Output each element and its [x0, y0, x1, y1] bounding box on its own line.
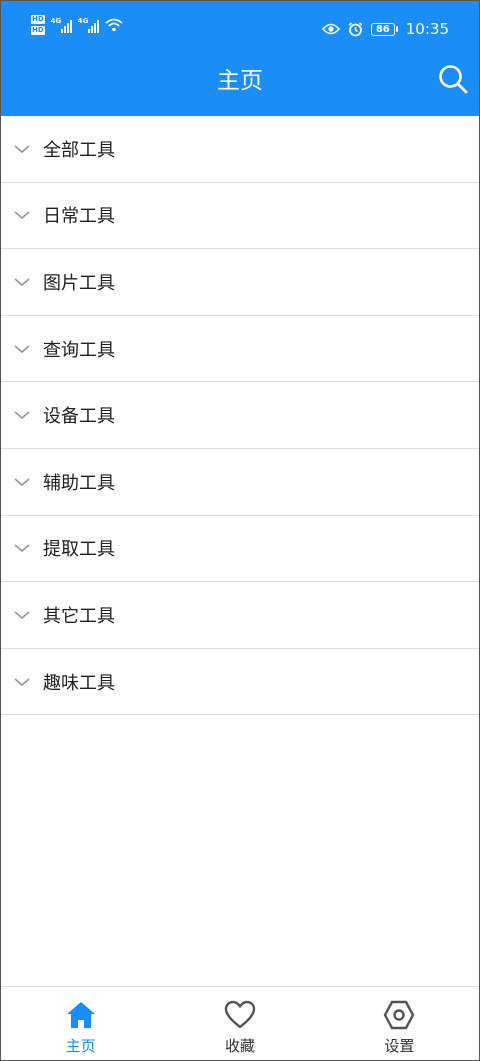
category-item-assist[interactable]: 辅助工具: [1, 449, 479, 516]
category-label: 趣味工具: [43, 672, 115, 694]
category-label: 日常工具: [43, 206, 115, 228]
bottom-tab-bar: 主页 收藏 设置: [1, 986, 479, 1060]
clock-time: 10:35: [405, 20, 449, 38]
chevron-down-icon: [14, 611, 30, 620]
home-icon: [66, 1002, 95, 1028]
status-bar: HD HD 4G 4G 86 10:35: [1, 1, 479, 59]
search-button[interactable]: [437, 63, 469, 95]
chevron-down-icon: [14, 677, 30, 686]
category-item-query[interactable]: 查询工具: [1, 316, 479, 383]
tab-home-label: 主页: [65, 1037, 96, 1055]
heart-icon: [224, 1000, 256, 1029]
status-left: HD HD 4G 4G: [31, 15, 123, 35]
signal-icon-2: 4G: [78, 17, 99, 33]
tab-favorites-label: 收藏: [224, 1037, 255, 1055]
chevron-down-icon: [14, 211, 30, 220]
chevron-down-icon: [14, 344, 30, 353]
chevron-down-icon: [14, 278, 30, 287]
category-label: 其它工具: [43, 605, 115, 627]
chevron-down-icon: [14, 478, 30, 486]
page-title: 主页: [217, 68, 263, 94]
category-item-extract[interactable]: 提取工具: [1, 516, 479, 583]
category-label: 辅助工具: [43, 472, 115, 494]
chevron-down-icon: [14, 411, 30, 420]
category-list: 全部工具 日常工具 图片工具 查询工具 设备工具 辅助工具 提取工具 其它工具: [1, 116, 479, 716]
alarm-icon: [348, 21, 363, 36]
status-right: 86 10:35: [321, 20, 449, 38]
category-label: 提取工具: [43, 539, 115, 561]
tab-settings[interactable]: 设置: [320, 987, 479, 1060]
chevron-down-icon: [14, 544, 30, 553]
category-item-daily[interactable]: 日常工具: [1, 183, 479, 250]
hd-indicator-1: HD: [31, 15, 45, 24]
tab-settings-label: 设置: [384, 1037, 415, 1055]
wifi-icon: [105, 18, 123, 32]
category-item-other[interactable]: 其它工具: [1, 582, 479, 649]
category-item-all[interactable]: 全部工具: [1, 116, 479, 183]
settings-hexagon-icon: [384, 1000, 415, 1030]
app-frame: HD HD 4G 4G 86 10:35 主页 全部工具 日常工具 图片工具 查…: [0, 0, 480, 1061]
category-label: 设备工具: [43, 406, 115, 428]
signal-icon: 4G: [51, 17, 72, 33]
tab-favorites[interactable]: 收藏: [160, 987, 319, 1060]
app-header: HD HD 4G 4G 86 10:35 主页: [1, 1, 479, 116]
category-label: 图片工具: [43, 272, 115, 294]
category-item-fun[interactable]: 趣味工具: [1, 649, 479, 716]
category-item-image[interactable]: 图片工具: [1, 249, 479, 316]
eye-icon: [321, 23, 340, 35]
search-icon: [439, 65, 468, 94]
category-label: 全部工具: [43, 139, 115, 161]
hd-indicator-2: HD: [31, 26, 45, 35]
tab-home[interactable]: 主页: [1, 987, 160, 1060]
hd-indicators: HD HD: [31, 15, 45, 35]
battery-icon: 86: [370, 22, 398, 36]
category-label: 查询工具: [43, 339, 115, 361]
category-item-device[interactable]: 设备工具: [1, 382, 479, 449]
chevron-down-icon: [14, 145, 30, 153]
